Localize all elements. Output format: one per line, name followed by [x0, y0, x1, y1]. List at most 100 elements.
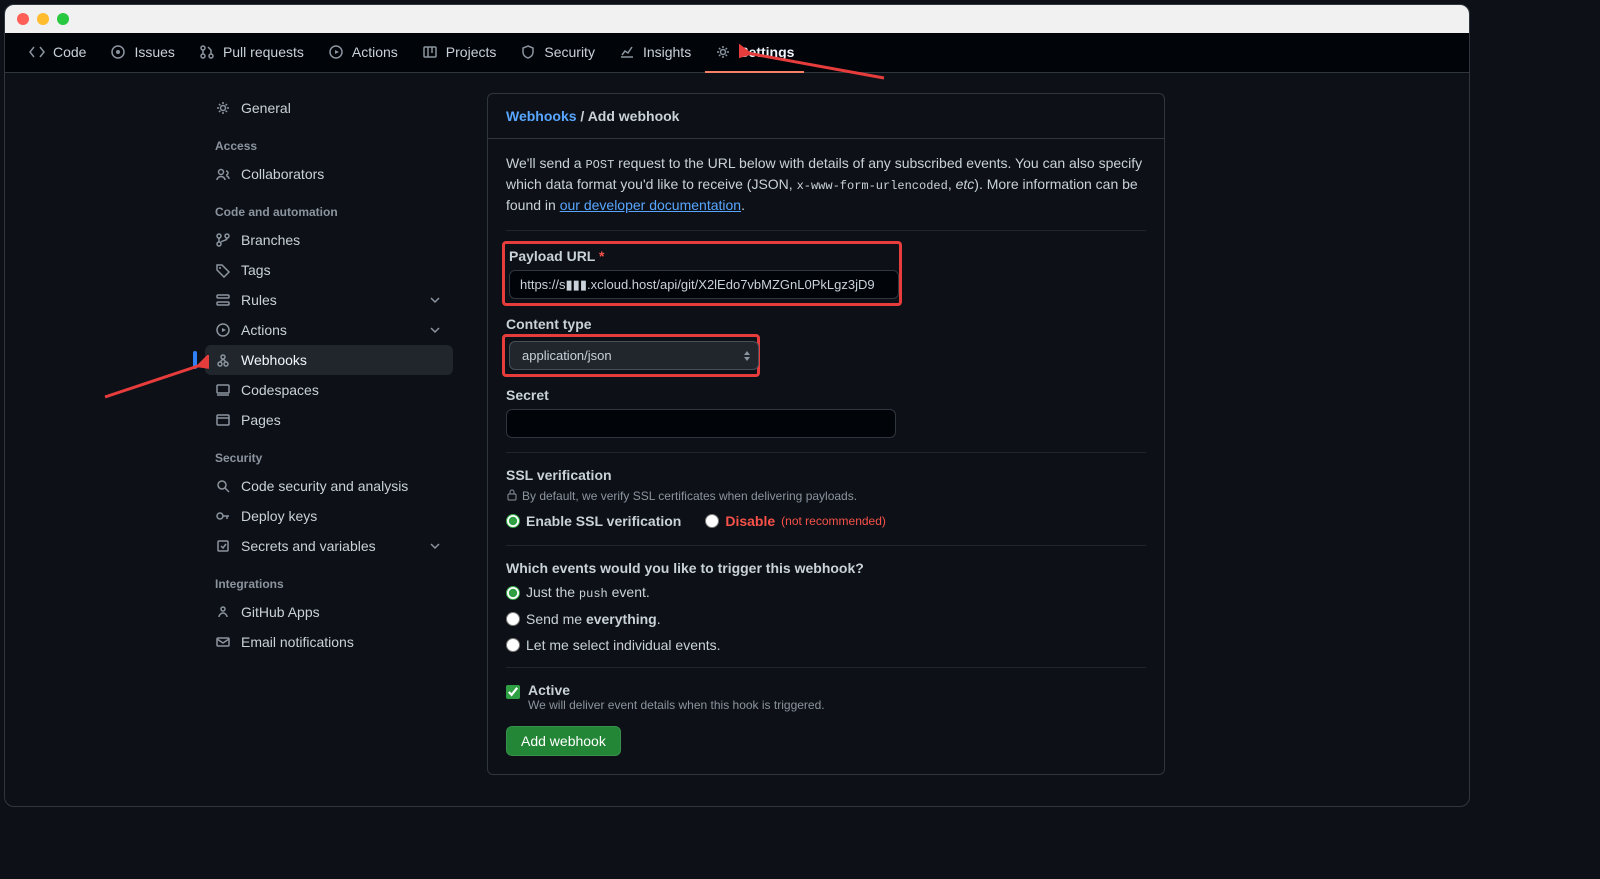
- tab-code[interactable]: Code: [19, 33, 96, 73]
- event-select-label: Let me select individual events.: [526, 637, 721, 653]
- content-type-label: Content type: [506, 316, 1146, 332]
- tab-issues-label: Issues: [134, 44, 174, 60]
- tag-icon: [215, 262, 231, 278]
- chevron-down-icon: [427, 322, 443, 338]
- tab-insights-label: Insights: [643, 44, 691, 60]
- actions-icon: [328, 44, 344, 60]
- sidebar-group-automation: Code and automation: [205, 189, 453, 225]
- events-question: Which events would you like to trigger t…: [506, 560, 1146, 576]
- webhook-panel: Webhooks / Add webhook We'll send a POST…: [487, 93, 1165, 775]
- chevron-down-icon: [427, 538, 443, 554]
- event-everything-label: Send me everything.: [526, 611, 661, 627]
- tab-actions[interactable]: Actions: [318, 33, 408, 73]
- sidebar-item-email-notifications[interactable]: Email notifications: [205, 627, 453, 657]
- key-icon: [215, 508, 231, 524]
- breadcrumb-sep: /: [577, 108, 588, 124]
- secrets-icon: [215, 538, 231, 554]
- tab-issues[interactable]: Issues: [100, 33, 184, 73]
- chevron-down-icon: [427, 292, 443, 308]
- event-select-radio[interactable]: [506, 638, 520, 652]
- sidebar-codesec-label: Code security and analysis: [241, 478, 408, 494]
- tab-settings[interactable]: Settings: [705, 33, 804, 73]
- tab-code-label: Code: [53, 44, 86, 60]
- divider: [506, 230, 1146, 231]
- secret-input[interactable]: [506, 409, 896, 438]
- sidebar-deploykeys-label: Deploy keys: [241, 508, 317, 524]
- pages-icon: [215, 412, 231, 428]
- tab-security-label: Security: [544, 44, 595, 60]
- divider: [506, 667, 1146, 668]
- sidebar-item-collaborators[interactable]: Collaborators: [205, 159, 453, 189]
- shield-icon: [520, 44, 536, 60]
- event-select-option[interactable]: Let me select individual events.: [506, 637, 1146, 653]
- sidebar-item-branches[interactable]: Branches: [205, 225, 453, 255]
- sidebar-collaborators-label: Collaborators: [241, 166, 324, 182]
- rules-icon: [215, 292, 231, 308]
- sidebar-item-actions[interactable]: Actions: [205, 315, 453, 345]
- sidebar-item-codespaces[interactable]: Codespaces: [205, 375, 453, 405]
- docs-link[interactable]: our developer documentation: [560, 197, 741, 213]
- add-webhook-button[interactable]: Add webhook: [506, 726, 621, 756]
- event-everything-option[interactable]: Send me everything.: [506, 611, 1146, 627]
- tab-projects[interactable]: Projects: [412, 33, 507, 73]
- tab-pr-label: Pull requests: [223, 44, 304, 60]
- tab-projects-label: Projects: [446, 44, 497, 60]
- content-type-select[interactable]: application/json: [509, 341, 759, 370]
- intro-paragraph: We'll send a POST request to the URL bel…: [506, 153, 1146, 216]
- event-push-label: Just the push event.: [526, 584, 650, 601]
- tab-insights[interactable]: Insights: [609, 33, 701, 73]
- webhook-icon: [215, 352, 231, 368]
- payload-url-highlight: Payload URL *: [502, 241, 902, 306]
- sidebar-item-pages[interactable]: Pages: [205, 405, 453, 435]
- ssl-disable-radio[interactable]: [705, 514, 719, 528]
- sidebar-item-secrets[interactable]: Secrets and variables: [205, 531, 453, 561]
- enc-code: x-www-form-urlencoded: [797, 179, 948, 193]
- payload-url-label: Payload URL *: [509, 248, 895, 264]
- apps-icon: [215, 604, 231, 620]
- sidebar-group-access: Access: [205, 123, 453, 159]
- payload-url-input[interactable]: [509, 270, 899, 299]
- codespaces-icon: [215, 382, 231, 398]
- sidebar-secrets-label: Secrets and variables: [241, 538, 376, 554]
- sidebar-item-deploy-keys[interactable]: Deploy keys: [205, 501, 453, 531]
- active-checkbox[interactable]: [506, 685, 520, 699]
- sidebar-item-github-apps[interactable]: GitHub Apps: [205, 597, 453, 627]
- event-push-option[interactable]: Just the push event.: [506, 584, 1146, 601]
- ssl-enable-option[interactable]: Enable SSL verification: [506, 513, 681, 529]
- ssl-disable-option[interactable]: Disable (not recommended): [705, 513, 886, 529]
- post-code: POST: [585, 158, 614, 172]
- ssl-enable-radio[interactable]: [506, 514, 520, 528]
- event-everything-radio[interactable]: [506, 612, 520, 626]
- event-push-radio[interactable]: [506, 586, 520, 600]
- gear-icon: [215, 100, 231, 116]
- maximize-window-dot[interactable]: [57, 13, 69, 25]
- branch-icon: [215, 232, 231, 248]
- required-asterisk: *: [599, 248, 604, 264]
- minimize-window-dot[interactable]: [37, 13, 49, 25]
- active-checkbox-row: Active We will deliver event details whe…: [506, 682, 1146, 712]
- breadcrumb-root[interactable]: Webhooks: [506, 108, 577, 124]
- window-titlebar: [5, 5, 1469, 33]
- issues-icon: [110, 44, 126, 60]
- tab-security[interactable]: Security: [510, 33, 605, 73]
- sidebar-group-integrations: Integrations: [205, 561, 453, 597]
- active-description: We will deliver event details when this …: [528, 698, 825, 712]
- sidebar-tags-label: Tags: [241, 262, 271, 278]
- sidebar-item-rules[interactable]: Rules: [205, 285, 453, 315]
- actions-icon: [215, 322, 231, 338]
- content-type-value: application/json: [522, 348, 612, 363]
- sidebar-item-general[interactable]: General: [205, 93, 453, 123]
- tab-pull-requests[interactable]: Pull requests: [189, 33, 314, 73]
- breadcrumb-leaf: Add webhook: [588, 108, 680, 124]
- sidebar-group-security: Security: [205, 435, 453, 471]
- content-type-highlight: application/json: [502, 334, 760, 377]
- projects-icon: [422, 44, 438, 60]
- repo-tabs: Code Issues Pull requests Actions Projec…: [5, 33, 1469, 73]
- sidebar-item-tags[interactable]: Tags: [205, 255, 453, 285]
- mail-icon: [215, 634, 231, 650]
- sidebar-item-webhooks[interactable]: Webhooks: [205, 345, 453, 375]
- close-window-dot[interactable]: [17, 13, 29, 25]
- select-caret-icon: [744, 351, 750, 361]
- sidebar-pages-label: Pages: [241, 412, 281, 428]
- sidebar-item-codesec[interactable]: Code security and analysis: [205, 471, 453, 501]
